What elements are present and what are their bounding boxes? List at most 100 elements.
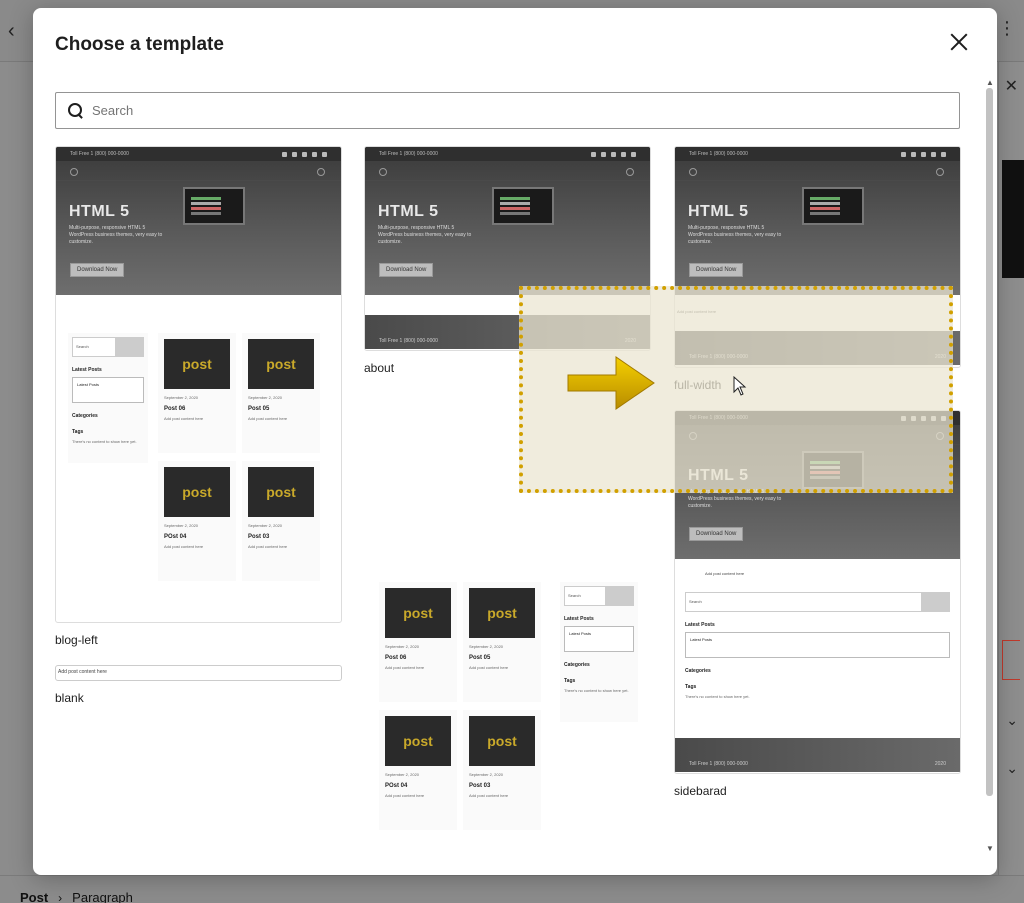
sidebar-panel-dark (1002, 160, 1024, 278)
post-image: post (385, 716, 451, 766)
post-image: post (164, 467, 230, 517)
preview-hero-title: HTML 5 (378, 203, 439, 220)
preview-no-content: There's no content to show here yet. (564, 688, 629, 693)
preview-sidebar: Search Latest Posts Latest Posts Categor… (681, 588, 954, 738)
preview-topbar: Toll Free 1 (800) 000-0000 (365, 147, 650, 161)
scroll-thumb[interactable] (986, 88, 993, 796)
preview-categories: Categories (564, 662, 590, 668)
search-icon (68, 102, 84, 119)
preview-latest-posts: Latest Posts (564, 616, 594, 622)
post-excerpt: Add post content here (248, 544, 288, 549)
more-options-icon[interactable]: ⋮ (998, 18, 1016, 39)
preview-footer: Toll Free 1 (800) 000-0000 2020 (675, 756, 960, 772)
breadcrumb-post[interactable]: Post (20, 890, 48, 903)
preview-hero-text: Multi-purpose, responsive HTML 5 WordPre… (688, 225, 782, 245)
chevron-down-icon[interactable]: ⌄ (1006, 712, 1018, 729)
post-meta: September 2, 2020 (469, 772, 504, 777)
post-image: post (164, 339, 230, 389)
social-icons (591, 151, 636, 157)
preview-download-button: Download Now (379, 263, 434, 277)
preview-hero-title: HTML 5 (69, 203, 130, 220)
post-title: Post 05 (469, 655, 491, 661)
template-thumbnail[interactable]: post September 2, 2020 Post 06 Add post con… (364, 558, 651, 854)
preview-post-grid: post September 2, 2020 Post 06 Add post con… (158, 333, 320, 581)
post-excerpt: Add post content here (248, 416, 288, 421)
template-card-blank[interactable]: Add post content here blank (55, 665, 342, 705)
preview-search-label: Search (76, 344, 89, 349)
preview-tags: Tags (564, 678, 576, 684)
preview-search-label: Search (568, 593, 581, 598)
post-meta: September 2, 2020 (385, 644, 420, 649)
preview-search: Search (564, 586, 634, 606)
post-image: post (248, 467, 314, 517)
search-input[interactable] (92, 103, 892, 118)
post-title: Post 06 (385, 655, 407, 661)
post-excerpt: Add post content here (385, 793, 425, 798)
chevron-down-icon[interactable]: ⌄ (1006, 760, 1018, 777)
preview-post: post September 2, 2020 Post 06 Add post con… (158, 333, 236, 453)
template-card-blog-left[interactable]: Toll Free 1 (800) 000-0000 HTML 5 Multi-… (55, 146, 342, 647)
post-image: post (469, 588, 535, 638)
preview-content: Add post content here (705, 571, 745, 576)
post-image: post (469, 716, 535, 766)
preview-sidebar: Search Latest Posts Latest Posts Categor… (68, 333, 148, 463)
sidebar-highlight (1002, 640, 1020, 680)
close-sidebar-icon[interactable]: ✕ (1005, 76, 1018, 96)
scroll-up-icon[interactable]: ▲ (986, 78, 994, 87)
preview-hero-title: HTML 5 (688, 203, 749, 220)
preview-footer-phone: Toll Free 1 (800) 000-0000 (379, 338, 438, 344)
preview-post: post September 2, 2020 Post 05 Add post con… (463, 582, 541, 702)
preview-search: Search (72, 337, 144, 357)
template-label: blog-left (55, 633, 98, 647)
preview-sidebar: Search Latest Posts Latest Posts Categor… (560, 582, 638, 722)
modal-scrollbar[interactable]: ▲ ▼ (984, 78, 994, 858)
preview-no-content: There's no content to show here yet. (72, 439, 137, 444)
template-modal: Choose a template ▲ ▼ Toll Free 1 (800) … (33, 8, 997, 875)
preview-hero: Toll Free 1 (800) 000-0000 HTML 5 Multi-… (365, 147, 650, 295)
preview-footer-year: 2020 (934, 761, 946, 767)
post-image: post (248, 339, 314, 389)
post-excerpt: Add post content here (164, 544, 204, 549)
template-thumbnail[interactable]: Toll Free 1 (800) 000-0000 HTML 5 Multi-… (55, 146, 342, 623)
post-title: Post 06 (164, 406, 186, 412)
post-meta: September 2, 2020 (469, 644, 504, 649)
preview-download-button: Download Now (70, 263, 125, 277)
laptop-image (802, 187, 864, 225)
preview-topbar: Toll Free 1 (800) 000-0000 (675, 147, 960, 161)
breadcrumb-paragraph[interactable]: Paragraph (72, 890, 133, 903)
scroll-down-icon[interactable]: ▼ (986, 844, 994, 853)
post-title: POst 04 (164, 534, 187, 540)
preview-phone: Toll Free 1 (800) 000-0000 (689, 151, 748, 157)
template-label: sidebarad (674, 784, 727, 798)
preview-post: post September 2, 2020 Post 06 Add post con… (379, 582, 457, 702)
preview-tags: Tags (72, 429, 84, 435)
template-card-sidebar-preview[interactable]: post September 2, 2020 Post 06 Add post con… (364, 558, 651, 854)
post-meta: September 2, 2020 (248, 395, 283, 400)
preview-categories: Categories (685, 668, 711, 674)
editor-footer (0, 875, 1024, 903)
preview-post: post September 2, 2020 POst 04 Add post con… (158, 461, 236, 581)
search-field[interactable] (55, 92, 960, 129)
breadcrumb-separator-icon: › (58, 890, 63, 903)
preview-nav (56, 161, 341, 181)
social-icons (282, 151, 327, 157)
post-meta: September 2, 2020 (385, 772, 420, 777)
back-chevron-icon[interactable]: ‹ (8, 20, 15, 43)
post-meta: September 2, 2020 (164, 523, 199, 528)
preview-phone: Toll Free 1 (800) 000-0000 (379, 151, 438, 157)
post-meta: September 2, 2020 (164, 395, 199, 400)
close-icon[interactable] (947, 30, 971, 54)
preview-nav (365, 161, 650, 181)
preview-post-grid: post September 2, 2020 Post 06 Add post con… (379, 582, 541, 830)
mouse-cursor-icon (733, 376, 747, 396)
preview-latest-posts: Latest Posts (685, 622, 715, 628)
arrow-right-icon (567, 356, 655, 410)
preview-latest-posts: Latest Posts (72, 367, 102, 373)
preview-latest-box: Latest Posts (564, 626, 634, 652)
template-thumbnail[interactable]: Add post content here (55, 665, 342, 681)
preview-categories: Categories (72, 413, 98, 419)
preview-download-button: Download Now (689, 527, 744, 541)
post-title: POst 04 (385, 783, 408, 789)
post-title: Post 03 (248, 534, 270, 540)
post-excerpt: Add post content here (385, 665, 425, 670)
